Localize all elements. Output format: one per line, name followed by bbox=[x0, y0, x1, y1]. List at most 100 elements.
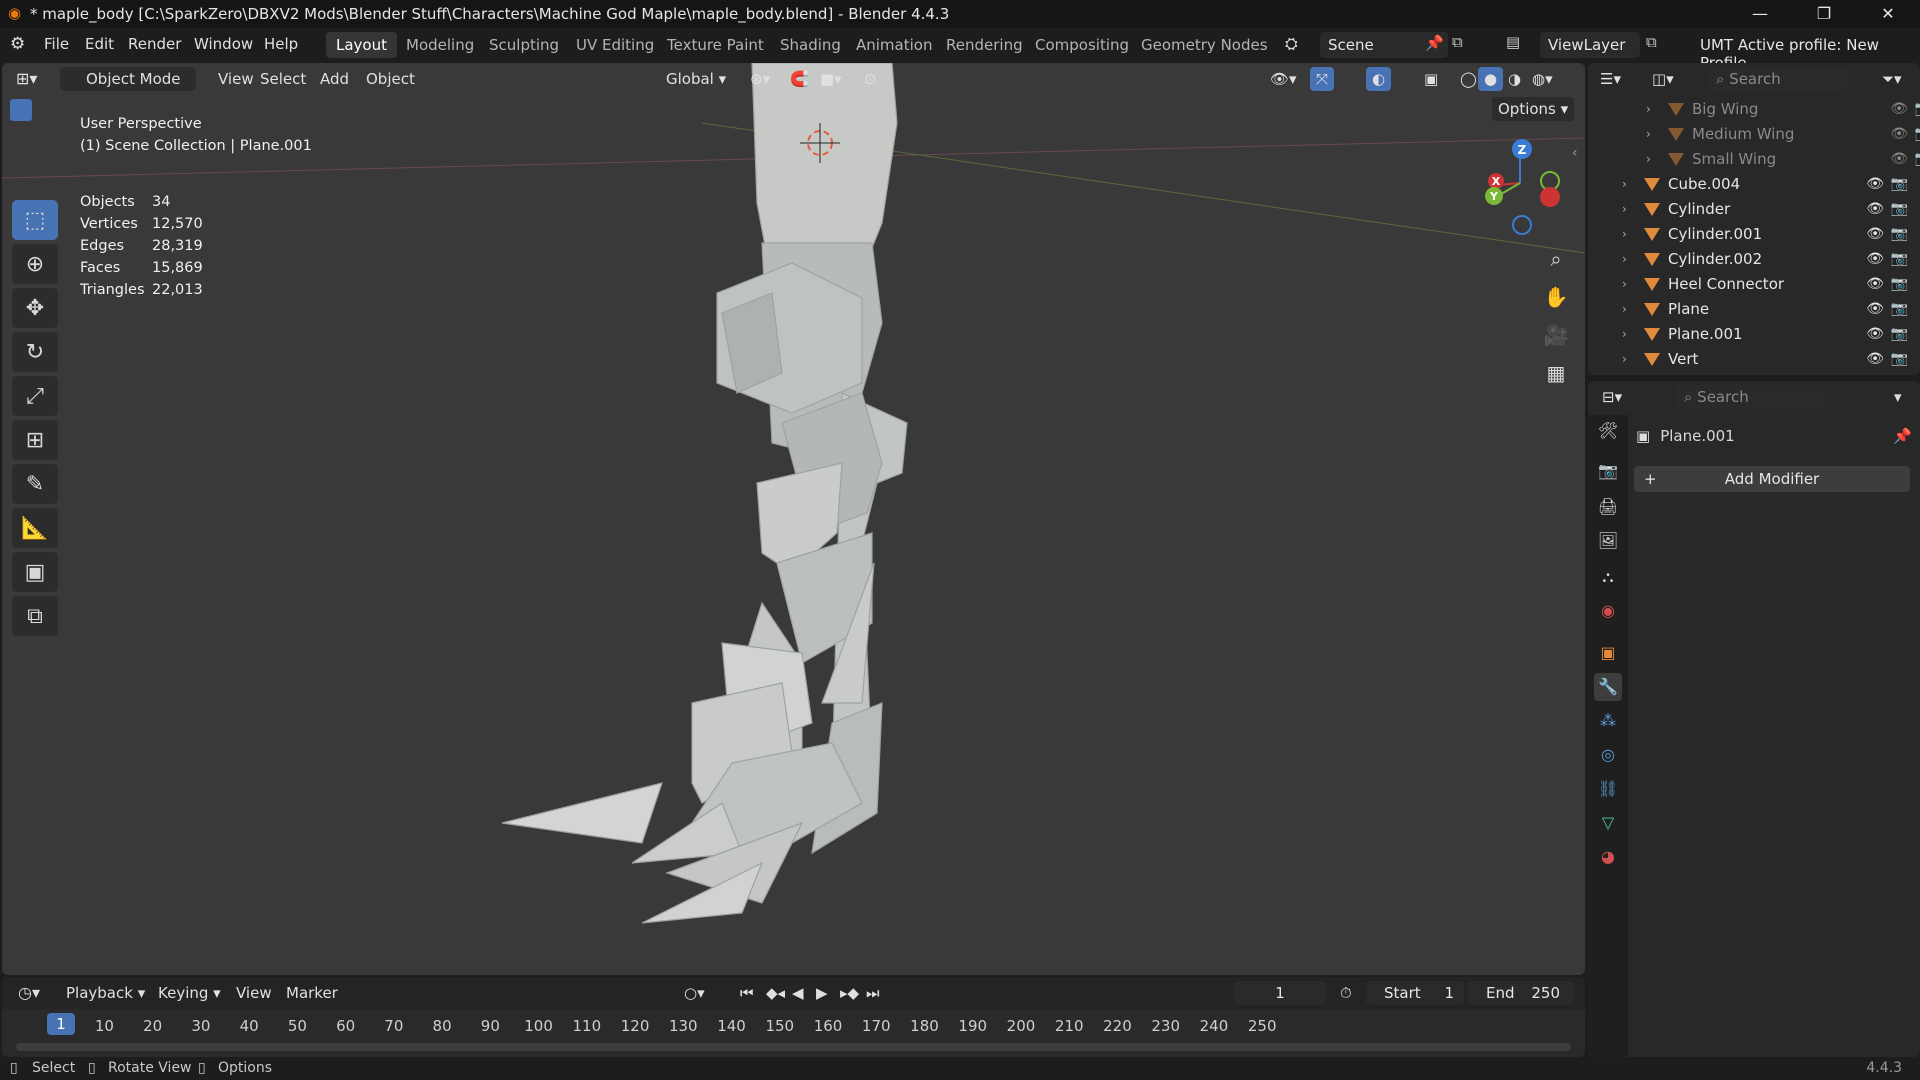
material-shading-icon[interactable]: ◑ bbox=[1502, 67, 1527, 91]
modifier-tab-icon[interactable]: 🔧 bbox=[1594, 673, 1622, 701]
tab-animation[interactable]: Animation bbox=[846, 32, 942, 58]
view-layer-tab-icon[interactable]: 🖼 bbox=[1594, 527, 1622, 555]
transform-icon[interactable]: ⊞ bbox=[12, 420, 58, 460]
solid-shading-icon[interactable]: ● bbox=[1478, 67, 1504, 91]
menu-object[interactable]: Object bbox=[360, 67, 421, 91]
select-new-icon[interactable] bbox=[10, 99, 32, 121]
expand-arrow-icon[interactable]: › bbox=[1622, 247, 1627, 272]
tab-geometry-nodes[interactable]: Geometry Nodes bbox=[1131, 32, 1278, 58]
menu-render[interactable]: Render bbox=[128, 35, 181, 53]
menu-add[interactable]: Add bbox=[314, 67, 355, 91]
eye-icon[interactable]: 👁 bbox=[1866, 222, 1884, 247]
transform-orientation-dropdown[interactable]: Global ▾ bbox=[640, 67, 732, 91]
new-viewlayer-icon[interactable]: ⧉ bbox=[1646, 33, 1657, 51]
outliner-item[interactable]: › Medium Wing 👁 📷 bbox=[1612, 122, 1920, 147]
eye-icon[interactable]: 👁 bbox=[1866, 322, 1884, 347]
stopwatch-icon[interactable]: ⏱ bbox=[1334, 981, 1358, 1005]
tab-compositing[interactable]: Compositing bbox=[1025, 32, 1139, 58]
snap-target-icon[interactable]: ■▾ bbox=[814, 67, 848, 91]
proportional-edit-icon[interactable]: ⊙ bbox=[858, 67, 883, 91]
outliner-item[interactable]: › Heel Connector 👁 📷 bbox=[1588, 272, 1920, 297]
outliner-item[interactable]: › Cube.004 👁 📷 bbox=[1588, 172, 1920, 197]
scene-tab-icon[interactable]: ⛬ bbox=[1594, 563, 1622, 591]
expand-arrow-icon[interactable]: › bbox=[1622, 297, 1627, 322]
outliner-item[interactable]: › Big Wing 👁 📷 bbox=[1612, 97, 1920, 122]
editor-type-icon[interactable]: ⊞▾ bbox=[10, 67, 43, 91]
eye-icon[interactable]: 👁 bbox=[1890, 122, 1908, 147]
measure-icon[interactable]: 📐 bbox=[12, 508, 58, 548]
menu-edit[interactable]: Edit bbox=[85, 35, 114, 53]
constraints-tab-icon[interactable]: ⛓ bbox=[1594, 775, 1622, 803]
current-frame-field[interactable]: 1 bbox=[1234, 981, 1326, 1005]
tab-shading[interactable]: Shading bbox=[770, 32, 851, 58]
extrude-icon[interactable]: ⧉ bbox=[12, 596, 58, 636]
viewlayer-field[interactable]: ViewLayer bbox=[1540, 32, 1640, 58]
render-camera-icon[interactable]: 📷 bbox=[1915, 97, 1920, 122]
rotate-icon[interactable]: ↻ bbox=[12, 332, 58, 372]
jump-end-icon[interactable]: ⏭ bbox=[860, 981, 886, 1005]
expand-arrow-icon[interactable]: › bbox=[1646, 97, 1651, 122]
menu-window[interactable]: Window bbox=[194, 35, 253, 53]
eye-icon[interactable]: 👁 bbox=[1866, 197, 1884, 222]
menu-timeline-view[interactable]: View bbox=[230, 981, 278, 1005]
properties-options-icon[interactable]: ▾ bbox=[1888, 385, 1908, 409]
scene-icon[interactable]: ⛭ bbox=[1285, 34, 1298, 54]
select-box-icon[interactable]: ⬚ bbox=[12, 200, 58, 240]
menu-select[interactable]: Select bbox=[254, 67, 312, 91]
select-extend-icon[interactable] bbox=[34, 99, 56, 121]
properties-search[interactable]: ⌕ Search bbox=[1676, 385, 1826, 409]
render-camera-icon[interactable]: 📷 bbox=[1891, 297, 1908, 322]
rendered-shading-icon[interactable]: ◍▾ bbox=[1526, 67, 1559, 91]
data-tab-icon[interactable]: ▽ bbox=[1594, 809, 1622, 837]
expand-arrow-icon[interactable]: › bbox=[1622, 272, 1627, 297]
zoom-icon[interactable]: ⌕ bbox=[1540, 243, 1572, 275]
new-scene-icon[interactable]: ⧉ bbox=[1452, 33, 1463, 51]
render-camera-icon[interactable]: 📷 bbox=[1891, 172, 1908, 197]
restore-button[interactable]: ❐ bbox=[1792, 0, 1856, 28]
tab-texture-paint[interactable]: Texture Paint bbox=[657, 32, 774, 58]
blender-menu-icon[interactable]: ⚙ bbox=[10, 34, 25, 54]
tab-sculpting[interactable]: Sculpting bbox=[479, 32, 569, 58]
particles-tab-icon[interactable]: ⁂ bbox=[1594, 707, 1622, 735]
menu-help[interactable]: Help bbox=[264, 35, 298, 53]
visibility-icon[interactable]: 👁▾ bbox=[1264, 67, 1303, 91]
outliner-item[interactable]: › Plane.001 👁 📷 bbox=[1588, 322, 1920, 347]
tab-uv-editing[interactable]: UV Editing bbox=[566, 32, 664, 58]
render-camera-icon[interactable]: 📷 bbox=[1891, 347, 1908, 372]
pin-icon[interactable]: 📌 bbox=[1425, 34, 1444, 52]
render-tab-icon[interactable]: 📷 bbox=[1594, 457, 1622, 485]
eye-icon[interactable]: 👁 bbox=[1890, 97, 1908, 122]
eye-icon[interactable]: 👁 bbox=[1866, 247, 1884, 272]
material-tab-icon[interactable]: ◕ bbox=[1594, 843, 1622, 871]
sidebar-toggle-icon[interactable]: ‹ bbox=[1572, 145, 1578, 161]
render-camera-icon[interactable]: 📷 bbox=[1891, 322, 1908, 347]
tab-rendering[interactable]: Rendering bbox=[936, 32, 1033, 58]
eye-icon[interactable]: 👁 bbox=[1866, 272, 1884, 297]
outliner-item[interactable]: › Vert 👁 📷 bbox=[1588, 347, 1920, 372]
eye-icon[interactable]: 👁 bbox=[1866, 172, 1884, 197]
options-dropdown[interactable]: Options ▾ bbox=[1492, 97, 1575, 121]
mode-dropdown[interactable]: Object Mode ▾ bbox=[60, 67, 196, 112]
current-frame-indicator[interactable]: 1 bbox=[47, 1013, 75, 1035]
expand-arrow-icon[interactable]: › bbox=[1622, 322, 1627, 347]
playback-dropdown[interactable]: Playback ▾ bbox=[60, 981, 151, 1005]
frame-ruler[interactable]: 1 10 20 30 40 50 60 70 80 90 100 110 120 130 140 150 16… bbox=[2, 1009, 1585, 1039]
xray-icon[interactable]: ▣ bbox=[1418, 67, 1444, 91]
physics-tab-icon[interactable]: ◎ bbox=[1594, 741, 1622, 769]
expand-arrow-icon[interactable]: › bbox=[1622, 172, 1627, 197]
properties-editor-icon[interactable]: ⊟▾ bbox=[1596, 385, 1628, 409]
scale-icon[interactable]: ⤢ bbox=[12, 376, 58, 416]
play-reverse-icon[interactable]: ◀ bbox=[786, 981, 810, 1005]
expand-arrow-icon[interactable]: › bbox=[1622, 347, 1627, 372]
tool-tab-icon[interactable]: 🛠 bbox=[1594, 417, 1622, 445]
snap-icon[interactable]: 🧲 bbox=[784, 67, 815, 91]
move-icon[interactable]: ✥ bbox=[12, 288, 58, 328]
pin-properties-icon[interactable]: 📌 bbox=[1893, 427, 1912, 445]
render-camera-icon[interactable]: 📷 bbox=[1915, 147, 1920, 172]
object-tab-icon[interactable]: ▣ bbox=[1594, 639, 1622, 667]
eye-icon[interactable]: 👁 bbox=[1866, 347, 1884, 372]
outliner-editor-icon[interactable]: ☰▾ bbox=[1594, 67, 1627, 91]
pan-hand-icon[interactable]: ✋ bbox=[1540, 281, 1572, 313]
3d-viewport[interactable]: Z X Y ⊞▾ Object Mode ▾ View Select Add O… bbox=[2, 63, 1585, 975]
pivot-icon[interactable]: ⊛▾ bbox=[744, 67, 776, 91]
